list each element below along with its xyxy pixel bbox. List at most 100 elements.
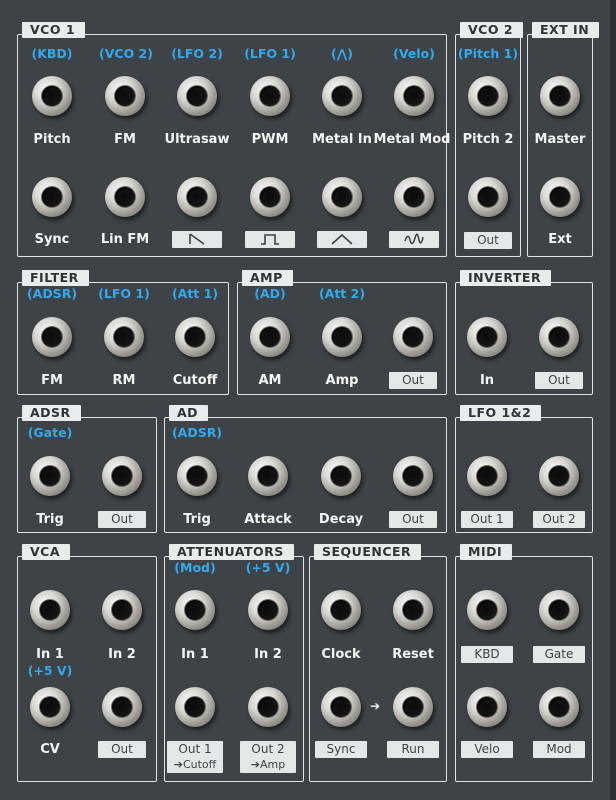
jack-vco2-out[interactable] bbox=[468, 177, 508, 217]
jack-vco1-saw-out[interactable] bbox=[177, 177, 217, 217]
panel-right-edge bbox=[610, 0, 616, 800]
vco1-source-pwm: (LFO 1) bbox=[244, 46, 296, 61]
jack-filter-cutoff[interactable] bbox=[175, 317, 215, 357]
midi-kbd-label: KBD bbox=[461, 646, 513, 663]
lfo-out1-label: Out 1 bbox=[461, 511, 513, 528]
label-ad-decay: Decay bbox=[318, 512, 364, 527]
label-vca-in2: In 2 bbox=[108, 647, 136, 662]
label-vco1-sync: Sync bbox=[34, 232, 70, 247]
label-inverter-in: In bbox=[479, 373, 495, 388]
jack-inverter-in[interactable] bbox=[467, 317, 507, 357]
jack-vco1-metal-in[interactable] bbox=[322, 76, 362, 116]
filter-source-rm: (LFO 1) bbox=[98, 286, 150, 301]
label-vco1-fm: FM bbox=[114, 132, 136, 147]
jack-ad-trig[interactable] bbox=[177, 456, 217, 496]
jack-vca-in2[interactable] bbox=[102, 590, 142, 630]
jack-inverter-out[interactable] bbox=[539, 317, 579, 357]
jack-ad-attack[interactable] bbox=[248, 456, 288, 496]
label-filter-rm: RM bbox=[112, 373, 136, 388]
jack-extin-ext[interactable] bbox=[540, 177, 580, 217]
jack-ad-decay[interactable] bbox=[321, 456, 361, 496]
jack-amp-am[interactable] bbox=[250, 317, 290, 357]
jack-attenuators-out1[interactable] bbox=[175, 687, 215, 727]
jack-midi-kbd[interactable] bbox=[467, 590, 507, 630]
jack-attenuators-out2[interactable] bbox=[248, 687, 288, 727]
jack-midi-velo[interactable] bbox=[467, 687, 507, 727]
vco1-source-pitch: (KBD) bbox=[31, 46, 73, 61]
filter-title: FILTER bbox=[22, 270, 89, 286]
amp-source-amp: (Att 2) bbox=[318, 286, 366, 301]
sequencer-title: SEQUENCER bbox=[314, 544, 422, 560]
jack-vco1-ultrasaw[interactable] bbox=[177, 76, 217, 116]
sequencer-run-label: Run bbox=[387, 741, 439, 758]
jack-amp-amp[interactable] bbox=[322, 317, 362, 357]
jack-vco2-pitch[interactable] bbox=[468, 76, 508, 116]
jack-vco1-pitch[interactable] bbox=[32, 76, 72, 116]
jack-lfo1-out[interactable] bbox=[467, 456, 507, 496]
label-attenuators-in2: In 2 bbox=[254, 647, 282, 662]
jack-extin-master[interactable] bbox=[540, 76, 580, 116]
label-vco1-metal-mod: Metal Mod bbox=[373, 132, 451, 147]
midi-mod-label: Mod bbox=[533, 741, 585, 758]
arrow-right-icon: ➔ bbox=[370, 699, 381, 713]
label-vco1-metal-in: Metal In bbox=[312, 132, 372, 147]
ad-source-trig: (ADSR) bbox=[171, 425, 223, 440]
jack-vco1-fm[interactable] bbox=[105, 76, 145, 116]
adsr-title: ADSR bbox=[22, 405, 81, 421]
jack-vco1-square-out[interactable] bbox=[250, 177, 290, 217]
jack-sequencer-sync[interactable] bbox=[321, 687, 361, 727]
label-vca-in1: In 1 bbox=[36, 647, 64, 662]
jack-midi-gate[interactable] bbox=[539, 590, 579, 630]
label-sequencer-clock: Clock bbox=[321, 647, 361, 662]
jack-adsr-trig[interactable] bbox=[30, 456, 70, 496]
vco1-source-fm: (VCO 2) bbox=[99, 46, 153, 61]
jack-vco1-triangle-out[interactable] bbox=[322, 177, 362, 217]
jack-sequencer-run[interactable] bbox=[393, 687, 433, 727]
midi-title: MIDI bbox=[460, 544, 513, 560]
label-ad-trig: Trig bbox=[183, 512, 211, 527]
jack-vco1-noise-out[interactable] bbox=[394, 177, 434, 217]
ad-title: AD bbox=[169, 405, 209, 421]
inverter-title: INVERTER bbox=[460, 270, 552, 286]
midi-gate-label: Gate bbox=[533, 646, 585, 663]
jack-vco1-metal-mod[interactable] bbox=[394, 76, 434, 116]
label-extin-ext: Ext bbox=[548, 232, 572, 247]
jack-filter-rm[interactable] bbox=[104, 317, 144, 357]
label-extin-master: Master bbox=[534, 132, 586, 147]
lfo-title: LFO 1&2 bbox=[460, 405, 542, 421]
label-vco1-pwm: PWM bbox=[251, 132, 289, 147]
jack-vco1-sync[interactable] bbox=[32, 177, 72, 217]
attenuators-title: ATTENUATORS bbox=[169, 544, 294, 560]
vca-title: VCA bbox=[22, 544, 71, 560]
vco2-out-label: Out bbox=[464, 232, 512, 249]
jack-ad-out[interactable] bbox=[393, 456, 433, 496]
jack-attenuators-in1[interactable] bbox=[175, 590, 215, 630]
jack-midi-mod[interactable] bbox=[539, 687, 579, 727]
vco2-source-pitch: (Pitch 1) bbox=[457, 46, 519, 61]
jack-sequencer-reset[interactable] bbox=[393, 590, 433, 630]
extin-title: EXT IN bbox=[532, 22, 600, 38]
attenuators-out2-text: Out 2 bbox=[251, 742, 285, 756]
label-vco1-ultrasaw: Ultrasaw bbox=[164, 132, 230, 147]
attenuators-out1-dest: ➔Cutoff bbox=[173, 758, 217, 771]
jack-vca-out[interactable] bbox=[102, 687, 142, 727]
filter-source-cutoff: (Att 1) bbox=[171, 286, 219, 301]
jack-vco1-lin-fm[interactable] bbox=[105, 177, 145, 217]
jack-adsr-out[interactable] bbox=[102, 456, 142, 496]
jack-lfo2-out[interactable] bbox=[539, 456, 579, 496]
jack-sequencer-clock[interactable] bbox=[321, 590, 361, 630]
jack-filter-fm[interactable] bbox=[32, 317, 72, 357]
attenuators-out1-text: Out 1 bbox=[178, 742, 212, 756]
label-vca-cv: CV bbox=[40, 742, 60, 757]
label-amp-am: AM bbox=[258, 373, 282, 388]
jack-vco1-pwm[interactable] bbox=[250, 76, 290, 116]
jack-vca-in1[interactable] bbox=[30, 590, 70, 630]
jack-vca-cv[interactable] bbox=[30, 687, 70, 727]
jack-amp-out[interactable] bbox=[393, 317, 433, 357]
label-ad-attack: Attack bbox=[244, 512, 292, 527]
square-wave-icon bbox=[245, 231, 295, 248]
vca-source-in1: (+5 V) bbox=[27, 663, 73, 678]
jack-attenuators-in2[interactable] bbox=[248, 590, 288, 630]
vco1-source-metal-mod: (Velo) bbox=[393, 46, 435, 61]
triangle-wave-icon bbox=[317, 231, 367, 248]
